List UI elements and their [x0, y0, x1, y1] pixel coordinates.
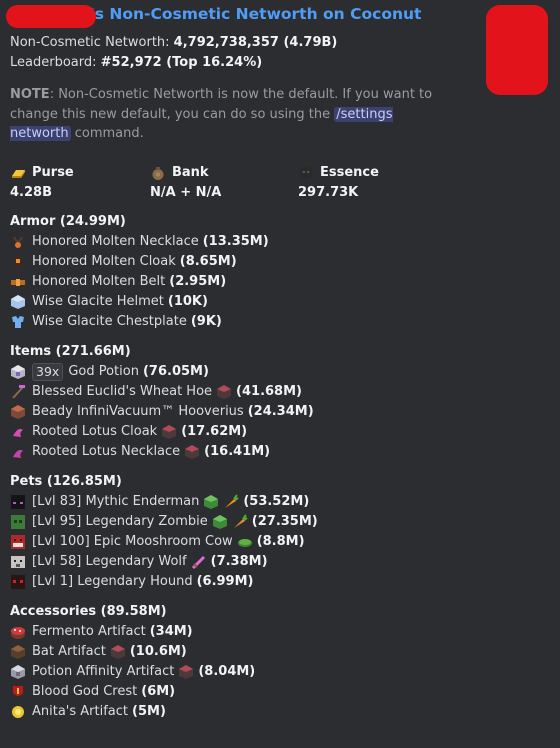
list-item: Blood God Crest (6M): [10, 682, 550, 702]
list-item: [Lvl 1] Legendary Hound (6.99M): [10, 572, 550, 592]
coin-bag-icon: [152, 166, 164, 180]
lotus-necklace-icon: [13, 449, 23, 458]
enchant-block-icon: [162, 424, 177, 439]
vacuum-icon: [11, 404, 25, 419]
glacite-helmet-icon: [11, 294, 25, 309]
list-item: Wise Glacite Chestplate (9K): [10, 312, 550, 332]
anita-artifact-icon: [12, 705, 24, 718]
molten-belt-icon: [11, 278, 25, 286]
list-item: Rooted Lotus Cloak (17.62M): [10, 422, 550, 442]
lotus-cloak-icon: [13, 428, 23, 437]
note-text: NOTE: Non-Cosmetic Networth is now the d…: [10, 87, 433, 141]
bank-value: N/A + N/A: [150, 184, 222, 200]
wolf-icon: [11, 555, 25, 568]
list-item: Honored Molten Belt (2.95M): [10, 272, 550, 292]
carrot-icon: [233, 513, 248, 528]
mooshroom-icon: [11, 534, 25, 549]
list-item: Anita's Artifact (5M): [10, 702, 550, 722]
networth-embed: 's Non-Cosmetic Networth on Coconut Non-…: [0, 0, 560, 748]
hound-icon: [11, 574, 25, 589]
blood-god-crest-icon: [13, 685, 23, 696]
list-item: Bat Artifact (10.6M): [10, 642, 550, 662]
leaderboard-value: #52,972 (Top 16.24%): [100, 55, 263, 70]
enchant-block-icon: [110, 644, 125, 659]
fermento-icon: [11, 626, 25, 639]
god-potion-icon: [11, 364, 25, 379]
embed-title[interactable]: 's Non-Cosmetic Networth on Coconut: [6, 4, 550, 28]
list-item: 39x God Potion (76.05M): [10, 362, 550, 382]
list-item: Honored Molten Cloak (8.65M): [10, 252, 550, 272]
enderman-icon: [11, 494, 25, 509]
list-item: Potion Affinity Artifact (8.04M): [10, 662, 550, 682]
stats-row: Purse 4.28B Bank N/A + N/A Essence 297.7…: [10, 163, 550, 203]
list-item: Wise Glacite Helmet (10K): [10, 292, 550, 312]
carrot-icon: [225, 493, 239, 508]
slime-block-icon: [212, 514, 227, 529]
molten-necklace-icon: [13, 236, 23, 248]
list-item: Honored Molten Necklace (13.35M): [10, 232, 550, 252]
list-item: [Lvl 83] Mythic Enderman (53.52M): [10, 492, 550, 512]
enchant-block-icon: [185, 444, 200, 459]
list-item: Fermento Artifact (34M): [10, 622, 550, 642]
bat-artifact-icon: [11, 644, 25, 659]
list-item: [Lvl 95] Legendary Zombie (27.35M): [10, 512, 550, 532]
lily-pad-icon: [237, 538, 252, 547]
purse-header: Purse: [10, 163, 150, 183]
wither-skull-icon: [299, 166, 313, 179]
accessories-heading: Accessories (89.58M): [10, 603, 167, 619]
items-heading: Items (271.66M): [10, 343, 131, 359]
title-text[interactable]: 's Non-Cosmetic Networth on Coconut: [90, 5, 421, 23]
leaderboard-line: Leaderboard: #52,972 (Top 16.24%): [10, 55, 263, 70]
enchant-block-icon: [217, 384, 232, 399]
list-item: [Lvl 58] Legendary Wolf (7.38M): [10, 552, 550, 572]
zombie-icon: [11, 514, 25, 529]
redacted-username: [6, 5, 96, 28]
potion-affinity-icon: [11, 664, 25, 679]
networth-line: Non-Cosmetic Networth: 4,792,738,357 (4.…: [10, 35, 338, 50]
armor-heading: Armor (24.99M): [10, 213, 126, 229]
gold-ingot-icon: [12, 169, 25, 178]
slime-block-icon: [204, 494, 219, 509]
bank-header: Bank: [150, 163, 298, 183]
list-item: Rooted Lotus Necklace (16.41M): [10, 442, 550, 462]
count-badge: 39x: [32, 362, 64, 381]
list-item: [Lvl 100] Epic Mooshroom Cow (8.8M): [10, 532, 550, 552]
molten-cloak-icon: [13, 255, 23, 268]
list-item: Blessed Euclid's Wheat Hoe (41.68M): [10, 382, 550, 402]
list-item: Beady InfiniVacuum™ Hooverius (24.34M): [10, 402, 550, 422]
pets-heading: Pets (126.85M): [10, 473, 122, 489]
essence-value: 297.73K: [298, 184, 359, 200]
enchant-block-icon: [179, 664, 194, 679]
purse-value: 4.28B: [10, 184, 52, 200]
networth-value: 4,792,738,357 (4.79B): [173, 35, 338, 50]
essence-header: Essence: [298, 163, 379, 183]
hoe-icon: [12, 384, 25, 399]
sword-icon: [191, 555, 205, 569]
glacite-chestplate-icon: [12, 315, 24, 328]
